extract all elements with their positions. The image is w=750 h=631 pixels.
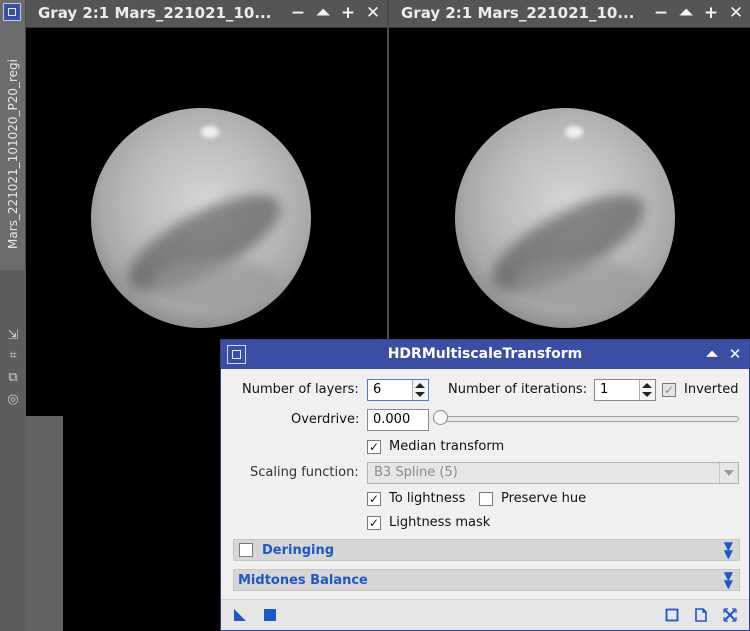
clone-icon[interactable]: ⧉ xyxy=(4,369,22,387)
spin-up-icon[interactable] xyxy=(642,383,652,388)
workspace-background xyxy=(26,416,63,631)
to-lightness-checkbox[interactable] xyxy=(367,492,381,506)
lightness-mask-checkbox[interactable] xyxy=(367,516,381,530)
maximize-icon[interactable]: + xyxy=(338,3,358,23)
spin-down-icon[interactable] xyxy=(642,392,652,397)
close-icon[interactable]: ✕ xyxy=(726,3,746,23)
median-transform-checkbox[interactable] xyxy=(367,440,381,454)
shade-icon[interactable]: ⏶ xyxy=(313,3,333,23)
dialog-bottom-bar xyxy=(221,599,749,630)
target-icon[interactable]: ◎ xyxy=(4,391,22,409)
midtones-balance-section[interactable]: Midtones Balance ▼ ▼ xyxy=(233,569,740,591)
window-icon xyxy=(3,3,21,21)
scaling-function-label: Scaling function: xyxy=(250,465,359,480)
dialog-title: HDRMultiscaleTransform xyxy=(387,346,583,362)
inverted-checkbox[interactable] xyxy=(662,383,676,397)
number-of-layers-spinbox[interactable]: 6 xyxy=(367,379,429,401)
image-view[interactable] xyxy=(389,28,750,340)
number-of-layers-value: 6 xyxy=(373,382,382,397)
minimize-icon[interactable]: − xyxy=(651,3,671,23)
number-of-iterations-spinbox[interactable]: 1 xyxy=(594,379,656,401)
fit-icon[interactable]: ⌗ xyxy=(4,347,22,365)
number-of-iterations-value: 1 xyxy=(600,382,609,397)
expand-icon[interactable]: ▼ ▼ xyxy=(724,540,733,560)
shade-icon[interactable]: ⏶ xyxy=(703,345,721,363)
number-of-layers-label: Number of layers: xyxy=(242,382,359,397)
scaling-function-select[interactable]: B3 Spline (5) xyxy=(367,462,739,484)
spin-up-icon[interactable] xyxy=(415,383,425,388)
lightness-mask-label: Lightness mask xyxy=(389,515,491,530)
new-instance-icon[interactable] xyxy=(233,608,247,622)
documentation-icon[interactable] xyxy=(694,608,708,622)
window-titlebar[interactable]: Gray 2:1 Mars_221021_10... − ⏶ + ✕ xyxy=(26,0,387,28)
preserve-hue-label: Preserve hue xyxy=(501,491,587,506)
inverted-label: Inverted xyxy=(684,382,739,397)
vertical-tab[interactable]: Mars_221021_101020_P20_regi xyxy=(0,0,26,270)
preserve-hue-checkbox[interactable] xyxy=(479,492,493,506)
spin-down-icon[interactable] xyxy=(415,392,425,397)
median-transform-label: Median transform xyxy=(389,439,505,454)
apply-global-icon[interactable] xyxy=(263,608,277,622)
mars-image xyxy=(455,108,675,328)
overdrive-slider-handle[interactable] xyxy=(433,410,448,425)
shade-icon[interactable]: ⏶ xyxy=(676,3,696,23)
expand-icon[interactable]: ▼ ▼ xyxy=(724,570,733,590)
close-icon[interactable]: ✕ xyxy=(726,345,744,363)
deringing-checkbox[interactable] xyxy=(239,543,253,557)
close-icon[interactable]: ✕ xyxy=(363,3,383,23)
image-window-right[interactable]: Gray 2:1 Mars_221021_10... − ⏶ + ✕ xyxy=(389,0,750,340)
midtones-balance-title: Midtones Balance xyxy=(238,573,368,588)
overdrive-input[interactable]: 0.000 xyxy=(367,409,429,431)
overdrive-label: Overdrive: xyxy=(291,412,360,427)
deringing-title: Deringing xyxy=(262,543,335,558)
overdrive-slider[interactable] xyxy=(433,416,739,422)
deringing-section[interactable]: Deringing ▼ ▼ xyxy=(233,539,740,561)
workspace-image-area xyxy=(63,416,223,631)
maximize-icon[interactable]: + xyxy=(701,3,721,23)
real-time-preview-icon[interactable] xyxy=(665,608,679,622)
mars-image xyxy=(91,108,311,328)
window-title: Gray 2:1 Mars_221021_10... xyxy=(38,4,272,22)
reset-icon[interactable] xyxy=(723,608,737,622)
overdrive-value: 0.000 xyxy=(373,412,411,427)
number-of-iterations-label: Number of iterations: xyxy=(448,382,588,397)
chevron-down-icon[interactable] xyxy=(719,463,738,483)
dialog-titlebar[interactable]: HDRMultiscaleTransform ⏶ ✕ xyxy=(221,340,749,369)
to-lightness-label: To lightness xyxy=(389,491,466,506)
shrink-icon[interactable]: ⇲ xyxy=(4,327,22,345)
minimize-icon[interactable]: − xyxy=(288,3,308,23)
window-titlebar[interactable]: Gray 2:1 Mars_221021_10... − ⏶ + ✕ xyxy=(389,0,750,28)
hdr-multiscale-transform-dialog: HDRMultiscaleTransform ⏶ ✕ Number of lay… xyxy=(220,339,750,631)
vertical-tab-label: Mars_221021_101020_P20_regi xyxy=(6,58,20,250)
scaling-function-value: B3 Spline (5) xyxy=(374,465,458,480)
window-title: Gray 2:1 Mars_221021_10... xyxy=(401,4,635,22)
